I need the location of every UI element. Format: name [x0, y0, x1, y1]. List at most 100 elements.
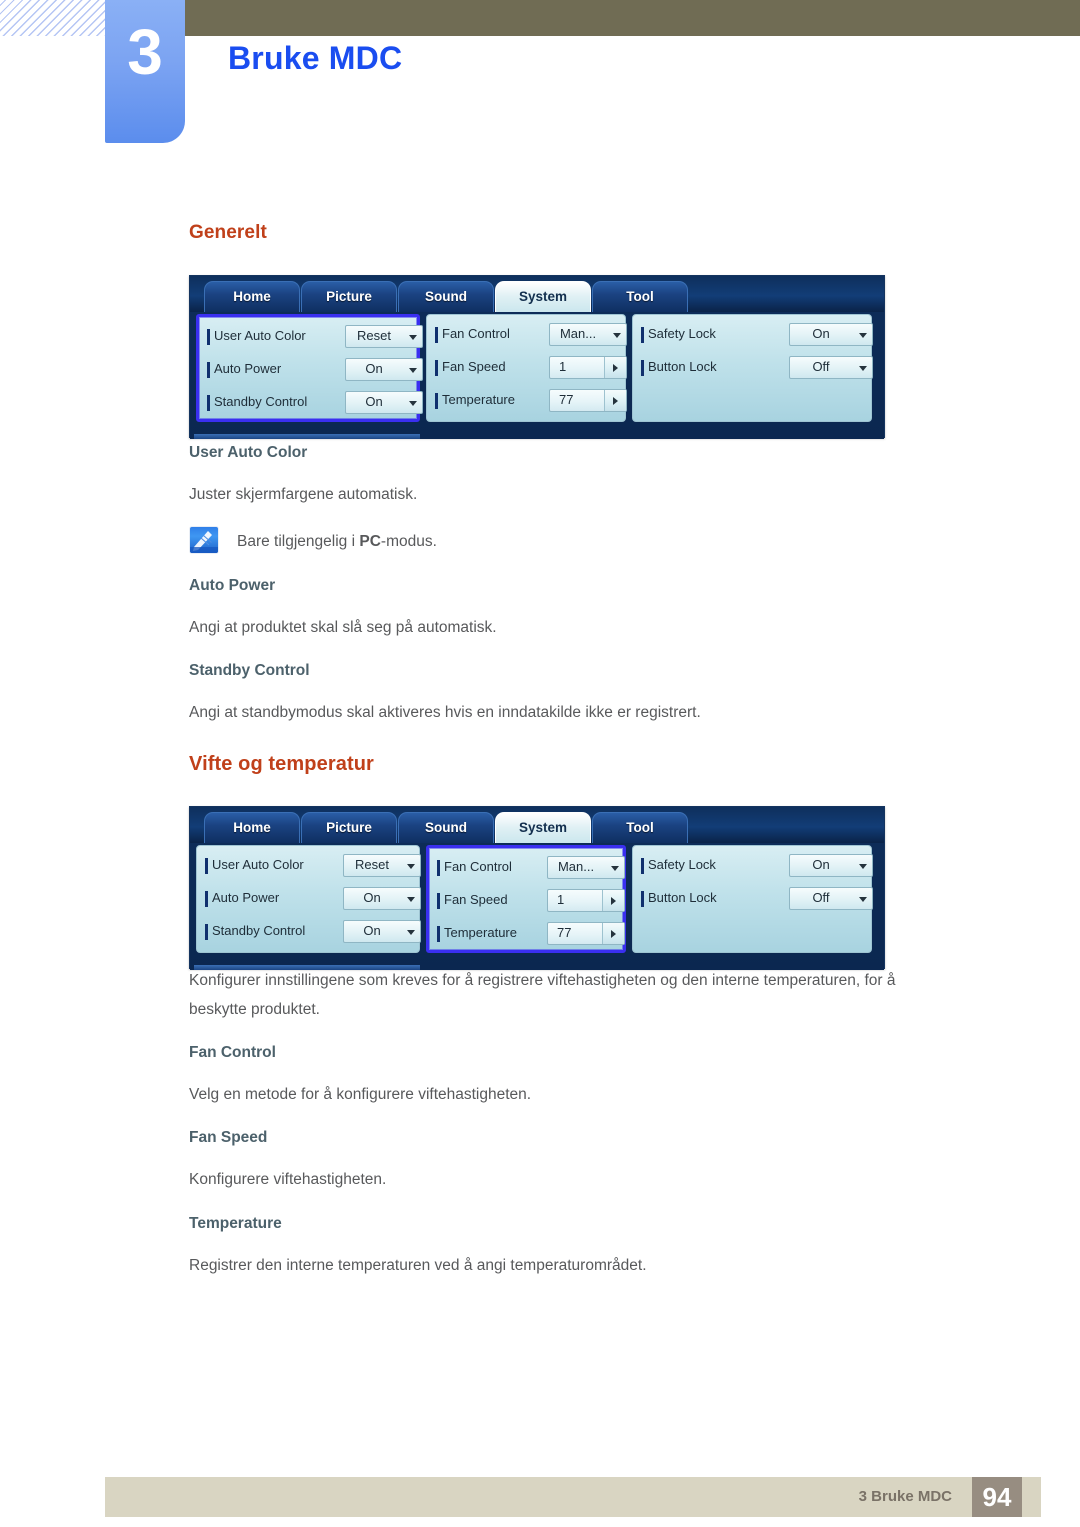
- mdc-tab-picture[interactable]: Picture: [301, 812, 397, 843]
- mdc-group-fan: Fan Control Man... Fan Speed 1 Temperatu…: [426, 845, 626, 953]
- chevron-down-icon: [409, 335, 417, 340]
- mdc-dropdown-user-auto-color[interactable]: Reset: [343, 854, 421, 877]
- section-heading-generelt: Generelt: [189, 222, 267, 243]
- mdc-tab-home[interactable]: Home: [204, 812, 300, 843]
- mdc-spinner-fan-speed[interactable]: 1: [547, 889, 625, 912]
- mdc-row-button-lock: Button Lock Off: [641, 356, 873, 383]
- mdc-label-fan-control: Fan Control: [444, 859, 512, 874]
- intro-vifte-line1: Konfigurer innstillingene som kreves for…: [189, 972, 896, 989]
- row-marker-icon: [641, 327, 644, 343]
- body-temperature: Registrer den interne temperaturen ved å…: [189, 1257, 647, 1274]
- mdc-row-temperature: Temperature 77: [437, 922, 627, 949]
- spinner-increment-button[interactable]: [602, 923, 624, 944]
- mdc-dropdown-fan-control[interactable]: Man...: [549, 323, 627, 346]
- mdc-tab-sound[interactable]: Sound: [398, 281, 494, 312]
- row-marker-icon: [207, 329, 210, 345]
- document-page: 3 Bruke MDC Generelt Home Picture Sound …: [0, 0, 1080, 1527]
- mdc-dropdown-button-lock[interactable]: Off: [789, 356, 873, 379]
- mdc-tab-system[interactable]: System: [495, 812, 591, 843]
- triangle-right-icon: [611, 930, 616, 938]
- mdc-row-fan-control: Fan Control Man...: [437, 856, 627, 883]
- intro-vifte-line2: beskytte produktet.: [189, 1001, 320, 1018]
- row-marker-icon: [435, 360, 438, 376]
- mdc-tab-home[interactable]: Home: [204, 281, 300, 312]
- mdc-dropdown-auto-power[interactable]: On: [343, 887, 421, 910]
- chevron-down-icon: [407, 897, 415, 902]
- mdc-value-fan-control: Man...: [557, 859, 595, 874]
- section-heading-vifte-og-temperatur: Vifte og temperatur: [189, 753, 374, 775]
- row-marker-icon: [435, 327, 438, 343]
- row-marker-icon: [437, 926, 440, 942]
- mdc-group-general: User Auto Color Reset Auto Power On Stan…: [196, 314, 423, 422]
- subheading-user-auto-color: User Auto Color: [189, 444, 308, 461]
- mdc-value-fan-speed: 1: [559, 359, 567, 374]
- chevron-down-icon: [407, 930, 415, 935]
- mdc-value-temperature: 77: [559, 392, 574, 407]
- mdc-tab-strip: Home Picture Sound System Tool: [190, 807, 884, 843]
- row-marker-icon: [207, 395, 210, 411]
- mdc-tab-system[interactable]: System: [495, 281, 591, 312]
- row-marker-icon: [641, 858, 644, 874]
- mdc-tab-tool[interactable]: Tool: [592, 812, 688, 843]
- mdc-value-button-lock: Off: [812, 359, 830, 374]
- decorative-hatch-pattern: [0, 0, 106, 36]
- chevron-down-icon: [859, 864, 867, 869]
- mdc-dropdown-fan-control[interactable]: Man...: [547, 856, 625, 879]
- mdc-value-fan-speed: 1: [557, 892, 565, 907]
- mdc-row-safety-lock: Safety Lock On: [641, 854, 873, 881]
- mdc-dropdown-safety-lock[interactable]: On: [789, 323, 873, 346]
- mdc-tab-strip: Home Picture Sound System Tool: [190, 276, 884, 312]
- mdc-label-auto-power: Auto Power: [214, 361, 282, 376]
- mdc-label-temperature: Temperature: [442, 392, 515, 407]
- chevron-down-icon: [611, 866, 619, 871]
- mdc-value-user-auto-color: Reset: [357, 328, 391, 343]
- mdc-label-auto-power: Auto Power: [212, 890, 280, 905]
- body-auto-power: Angi at produktet skal slå seg på automa…: [189, 619, 497, 636]
- mdc-value-standby-control: On: [363, 923, 381, 938]
- mdc-row-fan-control: Fan Control Man...: [435, 323, 627, 350]
- mdc-dropdown-standby-control[interactable]: On: [345, 391, 423, 414]
- mdc-dropdown-safety-lock[interactable]: On: [789, 854, 873, 877]
- spinner-increment-button[interactable]: [604, 390, 626, 411]
- mdc-label-fan-control: Fan Control: [442, 326, 510, 341]
- chevron-down-icon: [859, 366, 867, 371]
- body-standby-control: Angi at standbymodus skal aktiveres hvis…: [189, 704, 701, 721]
- mdc-spinner-fan-speed[interactable]: 1: [549, 356, 627, 379]
- mdc-screenshot-general: Home Picture Sound System Tool User Auto…: [189, 275, 885, 439]
- subheading-temperature: Temperature: [189, 1215, 282, 1232]
- mdc-tab-tool[interactable]: Tool: [592, 281, 688, 312]
- mdc-dropdown-user-auto-color[interactable]: Reset: [345, 325, 423, 348]
- mdc-label-fan-speed: Fan Speed: [442, 359, 506, 374]
- mdc-tab-sound[interactable]: Sound: [398, 812, 494, 843]
- mdc-spinner-temperature[interactable]: 77: [547, 922, 625, 945]
- mdc-label-user-auto-color: User Auto Color: [214, 328, 306, 343]
- mdc-body: User Auto Color Reset Auto Power On Stan…: [190, 843, 884, 970]
- mdc-screenshot-fan: Home Picture Sound System Tool User Auto…: [189, 806, 885, 970]
- mdc-spinner-temperature[interactable]: 77: [549, 389, 627, 412]
- mdc-label-safety-lock: Safety Lock: [648, 857, 716, 872]
- mdc-dropdown-auto-power[interactable]: On: [345, 358, 423, 381]
- row-marker-icon: [437, 860, 440, 876]
- chevron-down-icon: [859, 897, 867, 902]
- note-pencil-icon: [189, 526, 219, 554]
- mdc-value-user-auto-color: Reset: [355, 857, 389, 872]
- mdc-row-standby-control: Standby Control On: [207, 391, 423, 418]
- chevron-down-icon: [409, 368, 417, 373]
- spinner-increment-button[interactable]: [604, 357, 626, 378]
- subheading-fan-control: Fan Control: [189, 1044, 276, 1061]
- row-marker-icon: [205, 858, 208, 874]
- page-title: Bruke MDC: [228, 40, 403, 76]
- mdc-row-auto-power: Auto Power On: [207, 358, 423, 385]
- header-band: [185, 0, 1080, 36]
- spinner-increment-button[interactable]: [602, 890, 624, 911]
- mdc-row-temperature: Temperature 77: [435, 389, 627, 416]
- mdc-dropdown-standby-control[interactable]: On: [343, 920, 421, 943]
- row-marker-icon: [641, 360, 644, 376]
- mdc-row-safety-lock: Safety Lock On: [641, 323, 873, 350]
- footer-chapter-label: 3 Bruke MDC: [858, 1488, 952, 1505]
- row-marker-icon: [205, 924, 208, 940]
- mdc-value-standby-control: On: [365, 394, 383, 409]
- chevron-down-icon: [409, 401, 417, 406]
- mdc-tab-picture[interactable]: Picture: [301, 281, 397, 312]
- mdc-dropdown-button-lock[interactable]: Off: [789, 887, 873, 910]
